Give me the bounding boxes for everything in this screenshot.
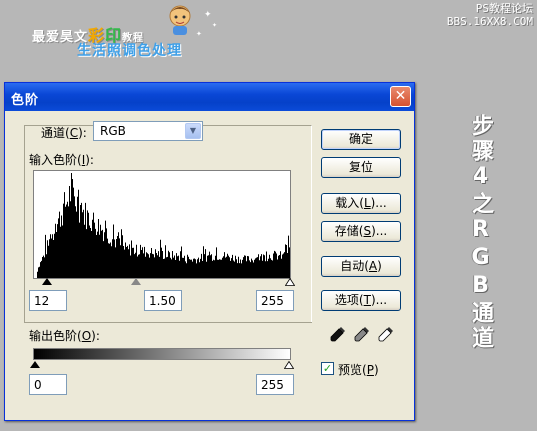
sparkle-icon: ✦ <box>204 10 212 20</box>
input-white-field[interactable]: 255 <box>256 290 294 311</box>
save-button[interactable]: 存储(S)... <box>321 221 401 242</box>
histogram <box>33 170 291 279</box>
dialog-titlebar[interactable]: 色阶 ✕ <box>5 83 414 111</box>
input-white-point-slider[interactable] <box>285 278 295 286</box>
output-black-slider[interactable] <box>30 361 40 368</box>
black-eyedropper-icon[interactable] <box>329 325 347 343</box>
levels-dialog: 色阶 ✕ 通道(C): RGB ▼ 输入色阶(I): 12 1.50 255 输… <box>4 82 415 421</box>
banner-subtitle: 生活照调色处理 <box>77 43 182 59</box>
auto-button[interactable]: 自动(A) <box>321 256 401 277</box>
close-button[interactable]: ✕ <box>390 86 411 107</box>
histogram-plot <box>34 173 290 278</box>
site-name: PS教程论坛 <box>475 2 533 15</box>
step-caption: 步骤4之RGB通道 <box>468 114 493 351</box>
white-eyedropper-icon[interactable] <box>377 325 395 343</box>
reset-button[interactable]: 复位 <box>321 157 401 178</box>
load-button[interactable]: 载入(L)... <box>321 193 401 214</box>
site-url: BBS.16XX8.COM <box>446 15 533 28</box>
site-watermark: PS教程论坛 BBS.16XX8.COM <box>447 2 533 28</box>
channel-select[interactable]: RGB ▼ <box>93 121 203 141</box>
output-white-field[interactable]: 255 <box>256 374 294 395</box>
sparkle-icon: ✦ <box>212 22 218 29</box>
output-white-slider[interactable] <box>284 361 294 369</box>
chevron-down-icon[interactable]: ▼ <box>185 123 201 139</box>
input-slider[interactable] <box>35 277 295 287</box>
channel-label: 通道(C): <box>41 126 87 140</box>
dialog-title: 色阶 <box>11 93 40 108</box>
channel-select-value: RGB <box>100 124 126 138</box>
options-button[interactable]: 选项(T)... <box>321 290 401 311</box>
ok-button[interactable]: 确定 <box>321 129 401 150</box>
input-black-point-slider[interactable] <box>42 278 52 285</box>
input-levels-label: 输入色阶(I): <box>29 153 94 167</box>
tutorial-banner: ✦ ✦ ✦ 最爱昊文彩印教程 生活照调色处理 PS教程论坛 BBS.16XX8.… <box>0 0 537 78</box>
input-gamma-field[interactable]: 1.50 <box>144 290 182 311</box>
preview-label: 预览(P) <box>338 363 379 377</box>
output-gradient-bar <box>33 348 291 360</box>
output-levels-label: 输出色阶(O): <box>29 329 100 343</box>
input-black-field[interactable]: 12 <box>29 290 67 311</box>
preview-checkbox[interactable]: ✓ <box>321 362 334 375</box>
gray-eyedropper-icon[interactable] <box>353 325 371 343</box>
output-black-field[interactable]: 0 <box>29 374 67 395</box>
input-gamma-slider[interactable] <box>131 278 141 285</box>
close-icon: ✕ <box>394 88 407 104</box>
sparkle-icon: ✦ <box>196 30 202 38</box>
